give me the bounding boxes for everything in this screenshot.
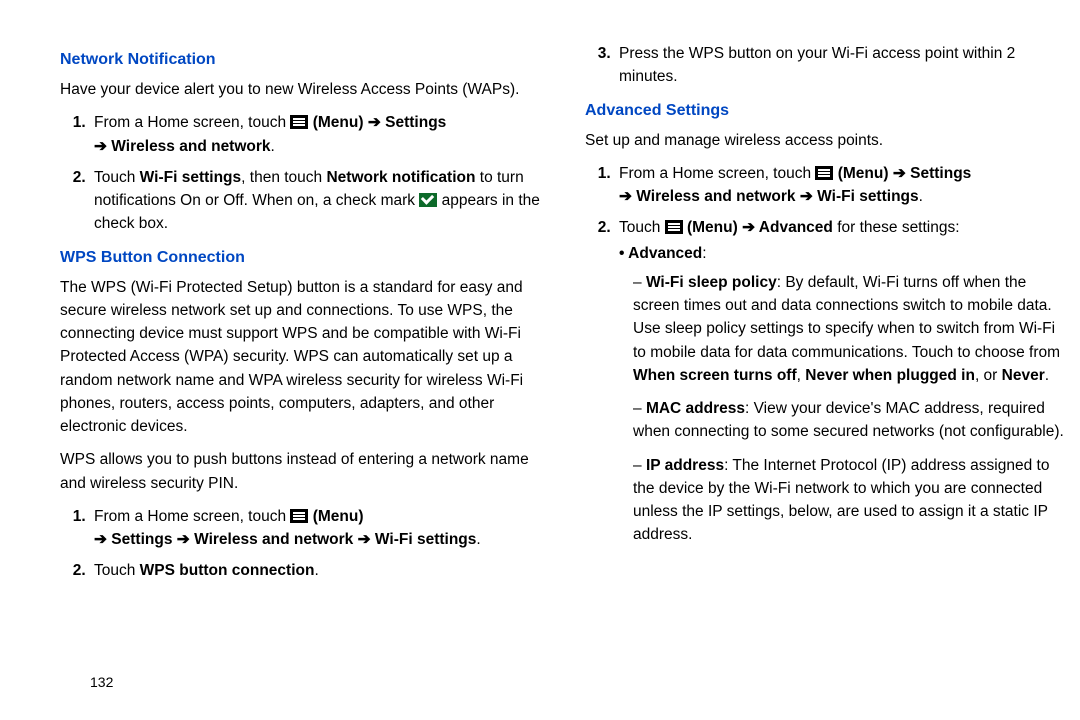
page-number: 132 bbox=[90, 674, 113, 690]
adv-steps: From a Home screen, touch (Menu) ➔ Setti… bbox=[585, 162, 1070, 547]
wps-step-1: From a Home screen, touch (Menu) ➔ Setti… bbox=[90, 505, 545, 552]
nn-step-1: From a Home screen, touch (Menu) ➔ Setti… bbox=[90, 111, 545, 158]
adv-intro: Set up and manage wireless access points… bbox=[585, 129, 1070, 152]
adv-ip: IP address: The Internet Protocol (IP) a… bbox=[633, 454, 1070, 547]
check-icon bbox=[419, 193, 437, 207]
heading-wps: WPS Button Connection bbox=[60, 246, 545, 270]
wps-step-2: Touch WPS button connection. bbox=[90, 559, 545, 582]
nn-step-2: Touch Wi-Fi settings, then touch Network… bbox=[90, 166, 545, 236]
adv-step-1: From a Home screen, touch (Menu) ➔ Setti… bbox=[615, 162, 1070, 209]
menu-icon bbox=[815, 166, 833, 180]
wps-p1: The WPS (Wi-Fi Protected Setup) button i… bbox=[60, 276, 545, 439]
wps-steps: From a Home screen, touch (Menu) ➔ Setti… bbox=[60, 505, 545, 583]
adv-dash-list: Wi-Fi sleep policy: By default, Wi-Fi tu… bbox=[619, 271, 1070, 547]
wps-p2: WPS allows you to push buttons instead o… bbox=[60, 448, 545, 495]
adv-sleep-policy: Wi-Fi sleep policy: By default, Wi-Fi tu… bbox=[633, 271, 1070, 387]
right-column: Press the WPS button on your Wi-Fi acces… bbox=[585, 40, 1080, 720]
nn-intro: Have your device alert you to new Wirele… bbox=[60, 78, 545, 101]
adv-mac: MAC address: View your device's MAC addr… bbox=[633, 397, 1070, 444]
menu-icon bbox=[290, 115, 308, 129]
heading-advanced: Advanced Settings bbox=[585, 99, 1070, 123]
adv-bullet: Advanced: bbox=[619, 242, 1070, 265]
wps-step-3: Press the WPS button on your Wi-Fi acces… bbox=[615, 42, 1070, 89]
menu-icon bbox=[665, 220, 683, 234]
adv-step-2: Touch (Menu) ➔ Advanced for these settin… bbox=[615, 216, 1070, 546]
heading-network-notification: Network Notification bbox=[60, 48, 545, 72]
menu-icon bbox=[290, 509, 308, 523]
left-column: Network Notification Have your device al… bbox=[60, 40, 555, 720]
nn-steps: From a Home screen, touch (Menu) ➔ Setti… bbox=[60, 111, 545, 235]
wps-steps-cont: Press the WPS button on your Wi-Fi acces… bbox=[585, 42, 1070, 89]
